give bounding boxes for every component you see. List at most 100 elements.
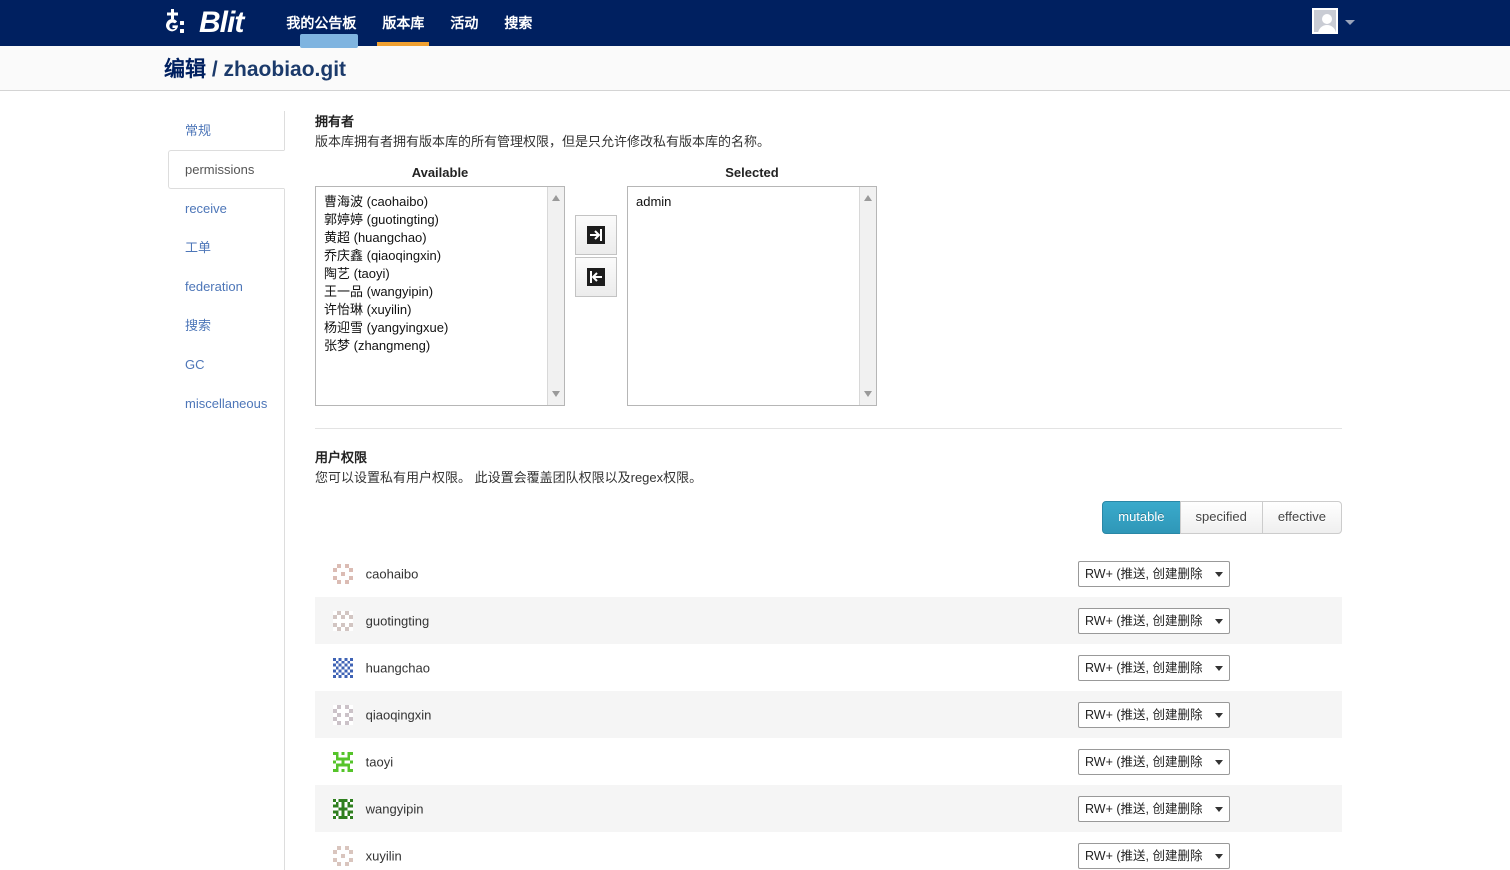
arrow-right-into-box-icon [586, 225, 606, 245]
username-label: wangyipin [365, 801, 424, 816]
arrow-left-out-of-box-icon [586, 267, 606, 287]
permission-cell: RW+ (推送, 创建删除 [1072, 832, 1342, 870]
permission-select[interactable]: RW+ (推送, 创建删除 [1078, 842, 1230, 869]
list-item[interactable]: 曹海波 (caohaibo) [324, 193, 556, 211]
settings-sidebar: 常规 permissions receive 工单 federation 搜索 … [168, 111, 285, 870]
brand-logo-link[interactable]: Blit [164, 0, 244, 46]
list-item[interactable]: 乔庆鑫 (qiaoqingxin) [324, 247, 556, 265]
user-permissions-table-body: caohaibo RW+ (推送, 创建删除 guotingting RW+ (… [300, 34, 1342, 870]
user-permissions-section: 用户权限 您可以设置私有用户权限。 此设置会覆盖团队权限以及regex权限。 m… [300, 34, 1342, 870]
scroll-up-icon[interactable] [552, 195, 560, 201]
list-item[interactable]: 郭婷婷 (guotingting) [324, 211, 556, 229]
chevron-down-icon [1215, 712, 1223, 718]
selected-listbox-scrollbar[interactable] [859, 187, 876, 405]
permission-value: RW+ (推送, 创建删除 [1085, 801, 1203, 816]
username-label: guotingting [365, 613, 430, 628]
list-item[interactable]: 陶艺 (taoyi) [324, 265, 556, 283]
filter-effective-button[interactable]: effective [1261, 501, 1342, 534]
identicon-avatar [333, 610, 353, 631]
identicon-avatar [333, 563, 353, 584]
sidebar-item-label: receive [185, 201, 227, 216]
user-permissions-description: 您可以设置私有用户权限。 此设置会覆盖团队权限以及regex权限。 [315, 470, 703, 485]
chevron-down-icon [1215, 618, 1223, 624]
page-title: 编辑 / zhaobiao.git [164, 53, 346, 83]
username-label: huangchao [365, 660, 430, 675]
available-owners-listbox[interactable]: 曹海波 (caohaibo) 郭婷婷 (guotingting) 黄超 (hua… [315, 186, 565, 406]
filter-mutable-button[interactable]: mutable [1102, 501, 1181, 534]
permission-select[interactable]: RW+ (推送, 创建删除 [1078, 701, 1230, 728]
filter-label: mutable [1118, 509, 1165, 524]
add-owner-button[interactable] [575, 215, 617, 255]
permission-cell: RW+ (推送, 创建删除 [1072, 691, 1342, 738]
sidebar-item-tickets[interactable]: 工单 [168, 228, 285, 267]
sidebar-item-general[interactable]: 常规 [168, 111, 285, 150]
user-cell: xuyilin [315, 832, 1072, 870]
permission-select[interactable]: RW+ (推送, 创建删除 [1078, 607, 1230, 634]
permission-value: RW+ (推送, 创建删除 [1085, 754, 1203, 769]
user-cell: guotingting [315, 597, 1072, 644]
chevron-down-icon [1215, 806, 1223, 812]
list-item[interactable]: 黄超 (huangchao) [324, 229, 556, 247]
list-item[interactable]: admin [636, 193, 868, 211]
sidebar-item-label: 常规 [185, 123, 212, 138]
scroll-up-icon[interactable] [864, 195, 872, 201]
section-divider [315, 428, 1342, 429]
available-label: Available [411, 165, 469, 180]
permission-cell: RW+ (推送, 创建删除 [1072, 597, 1342, 644]
filter-specified-button[interactable]: specified [1179, 501, 1263, 534]
sidebar-item-label: federation [185, 279, 243, 294]
scroll-down-icon[interactable] [864, 391, 872, 397]
permission-cell: RW+ (推送, 创建删除 [1072, 738, 1342, 785]
available-listbox-scrollbar[interactable] [547, 187, 564, 405]
owner-palette: Available 曹海波 (caohaibo) 郭婷婷 (guotingtin… [315, 165, 1342, 406]
page-body: 常规 permissions receive 工单 federation 搜索 … [0, 34, 1510, 870]
sidebar-item-gc[interactable]: GC [168, 345, 285, 384]
nav-label: 我的公告板 [286, 15, 357, 31]
nav-item-activity[interactable]: 活动 [437, 0, 491, 46]
list-item[interactable]: 张梦 (zhangmeng) [324, 337, 556, 355]
nav-item-repositories[interactable]: 版本库 [369, 0, 437, 46]
list-item[interactable]: 杨迎雪 (yangyingxue) [324, 319, 556, 337]
user-menu[interactable] [1312, 8, 1355, 34]
nav-label: 活动 [450, 15, 479, 31]
nav-item-search[interactable]: 搜索 [491, 0, 545, 46]
permission-select[interactable]: RW+ (推送, 创建删除 [1078, 795, 1230, 822]
permission-value: RW+ (推送, 创建删除 [1085, 566, 1203, 581]
username-label: qiaoqingxin [365, 707, 432, 722]
username-label: xuyilin [365, 848, 402, 863]
chevron-down-icon [1215, 759, 1223, 765]
sidebar-item-permissions[interactable]: permissions [168, 150, 285, 189]
table-row: xuyilin RW+ (推送, 创建删除 [315, 832, 1342, 870]
user-cell: taoyi [315, 738, 1072, 785]
permission-cell: RW+ (推送, 创建删除 [1072, 644, 1342, 691]
permission-select[interactable]: RW+ (推送, 创建删除 [1078, 560, 1230, 587]
sidebar-item-federation[interactable]: federation [168, 267, 285, 306]
permission-value: RW+ (推送, 创建删除 [1085, 660, 1203, 675]
table-row: guotingting RW+ (推送, 创建删除 [315, 597, 1342, 644]
remove-owner-button[interactable] [575, 257, 617, 297]
user-avatar-icon [1312, 8, 1338, 34]
username-label: caohaibo [365, 566, 419, 581]
user-permissions-title: 用户权限 [315, 450, 368, 465]
sidebar-item-label: 工单 [185, 240, 212, 255]
sidebar-item-miscellaneous[interactable]: miscellaneous [168, 384, 285, 423]
identicon-avatar [333, 798, 353, 819]
scroll-down-icon[interactable] [552, 391, 560, 397]
user-cell: qiaoqingxin [315, 691, 1072, 738]
permission-filter-toolbar: mutable specified effective [315, 501, 1342, 534]
permission-select[interactable]: RW+ (推送, 创建删除 [1078, 654, 1230, 681]
user-cell: huangchao [315, 644, 1072, 691]
sidebar-item-receive[interactable]: receive [168, 189, 285, 228]
identicon-avatar [333, 704, 353, 725]
selected-owners-listbox[interactable]: admin [627, 186, 877, 406]
sidebar-item-search[interactable]: 搜索 [168, 306, 285, 345]
identicon-avatar [333, 657, 353, 678]
permission-select[interactable]: RW+ (推送, 创建删除 [1078, 748, 1230, 775]
list-item[interactable]: 许怡琳 (xuyilin) [324, 301, 556, 319]
page-title-separator: / [211, 58, 218, 81]
permission-value: RW+ (推送, 创建删除 [1085, 707, 1203, 722]
chevron-down-icon [1345, 20, 1355, 25]
selected-column: Selected admin [627, 165, 877, 406]
list-item[interactable]: 王一品 (wangyipin) [324, 283, 556, 301]
owners-title: 拥有者 [315, 114, 355, 129]
